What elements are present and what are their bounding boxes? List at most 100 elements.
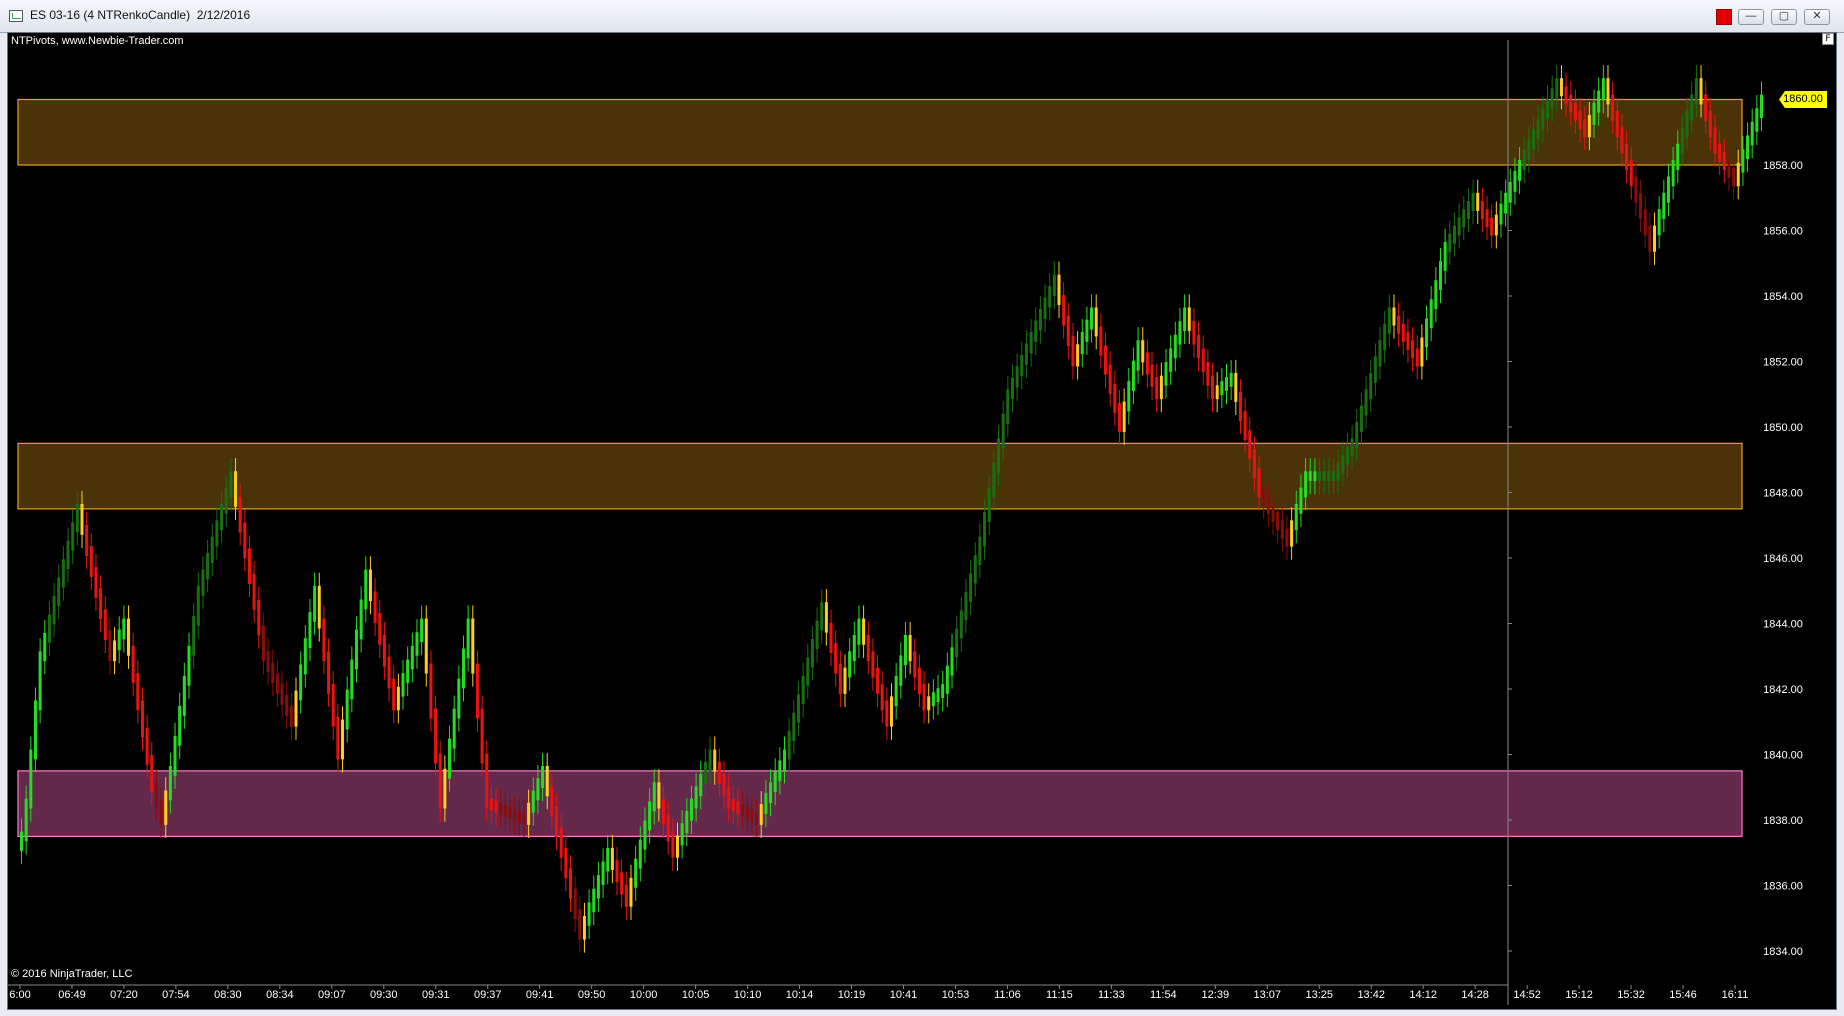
candle-body xyxy=(862,618,866,645)
candle-body xyxy=(1411,340,1415,359)
candle-body xyxy=(1052,274,1056,296)
candle-body xyxy=(1280,520,1284,539)
candle-body xyxy=(434,708,438,764)
candle-body xyxy=(531,790,535,813)
time-axis: 6:00 06:49 07:20 07:54 08:30 08:34 09:07 09:30 0… xyxy=(8,984,1748,1001)
candle-body xyxy=(359,599,363,640)
candle-body xyxy=(624,884,628,907)
candle-body xyxy=(1736,162,1740,187)
price-tick-label: 1848.00 xyxy=(1763,488,1803,500)
candle-body xyxy=(1113,383,1117,413)
price-tick-label: 1836.00 xyxy=(1763,881,1803,893)
candle-body xyxy=(796,694,800,723)
candle-body xyxy=(1513,171,1517,192)
candle-body xyxy=(755,812,759,825)
time-tick-label: 15:46 xyxy=(1669,989,1697,1001)
candle-body xyxy=(545,765,549,797)
candle-body xyxy=(582,916,586,940)
candle-body xyxy=(1355,422,1359,449)
candle-body xyxy=(652,782,656,812)
candle-body xyxy=(1392,307,1396,326)
time-tick-label: 11:06 xyxy=(994,989,1021,1001)
candle-body xyxy=(601,861,605,885)
candle-body xyxy=(266,651,270,673)
candle-body xyxy=(1606,78,1610,105)
candle-body xyxy=(1318,471,1322,482)
renko-chart[interactable]: 1858.00 1856.00 1854.00 1852.00 1850.00 1848.… xyxy=(0,0,1844,1016)
candle-body xyxy=(1573,102,1577,121)
candle-body xyxy=(1518,160,1522,181)
candle-body xyxy=(1559,78,1563,97)
time-tick-label: 07:54 xyxy=(162,989,190,1001)
float-toggle-button[interactable]: F xyxy=(1822,33,1834,45)
candle-body xyxy=(1010,377,1014,400)
candle-body xyxy=(1508,181,1512,203)
candle-body xyxy=(810,639,814,668)
candle-body xyxy=(224,487,228,514)
candle-body xyxy=(1438,261,1443,290)
candle-body xyxy=(568,868,573,899)
candle-body xyxy=(122,618,126,640)
time-tick-label: 09:37 xyxy=(474,989,502,1001)
candle-body xyxy=(448,738,452,779)
price-tick-label: 1846.00 xyxy=(1763,553,1803,565)
candle-body xyxy=(1085,319,1089,342)
candle-body xyxy=(1532,129,1536,150)
candle-body xyxy=(978,536,982,565)
candle-body xyxy=(1201,348,1205,372)
candle-body xyxy=(24,798,28,842)
candle-body xyxy=(1299,487,1303,514)
time-tick-label: 12:39 xyxy=(1202,989,1230,1001)
time-tick-label: 11:33 xyxy=(1098,989,1125,1001)
candle-body xyxy=(1615,110,1619,138)
candle-body xyxy=(1229,372,1233,387)
candle-body xyxy=(1611,94,1615,121)
candle-body xyxy=(373,591,377,623)
candle-body xyxy=(578,909,582,940)
candle-body xyxy=(1131,360,1135,391)
price-tick-label: 1850.00 xyxy=(1763,422,1803,434)
candle-body xyxy=(927,696,931,711)
candle-body xyxy=(1020,354,1024,377)
candle-body xyxy=(997,438,1001,473)
candle-body xyxy=(173,735,177,776)
candle-body xyxy=(275,673,279,694)
candle-body xyxy=(1108,364,1112,394)
candle-body xyxy=(1466,201,1470,220)
candle-body xyxy=(29,749,33,809)
price-tick-label: 1854.00 xyxy=(1763,291,1803,303)
candle-body xyxy=(461,648,466,689)
candle-body xyxy=(848,651,852,678)
candle-body xyxy=(1643,209,1647,236)
candle-body xyxy=(1127,381,1131,412)
candle-body xyxy=(820,602,824,631)
candle-body xyxy=(206,553,210,580)
candle-body xyxy=(1331,471,1336,482)
candle-body xyxy=(89,546,93,577)
candle-body xyxy=(410,645,414,670)
candle-body xyxy=(85,525,89,556)
candle-body xyxy=(238,496,242,533)
candle-body xyxy=(834,643,838,674)
candle-body xyxy=(1350,438,1354,457)
candle-body xyxy=(43,632,47,662)
candle-body xyxy=(657,782,661,809)
candle-body xyxy=(75,503,79,533)
candle-body xyxy=(703,761,707,784)
candle-body xyxy=(252,574,256,610)
zone-resistance xyxy=(17,98,1743,166)
candle-body xyxy=(196,585,200,626)
candle-body xyxy=(1252,449,1256,479)
candle-body xyxy=(443,768,447,809)
time-tick-label: 14:28 xyxy=(1461,989,1489,1001)
candle-body xyxy=(1359,405,1363,432)
candle-body xyxy=(955,628,959,658)
candle-body xyxy=(666,815,670,842)
price-tick-label: 1844.00 xyxy=(1763,619,1803,631)
candle-body xyxy=(1099,326,1103,356)
candle-body xyxy=(536,778,540,801)
candle-body xyxy=(1634,176,1638,203)
candle-body xyxy=(555,806,559,838)
candle-body xyxy=(1625,143,1629,170)
candle-body xyxy=(1122,401,1126,432)
